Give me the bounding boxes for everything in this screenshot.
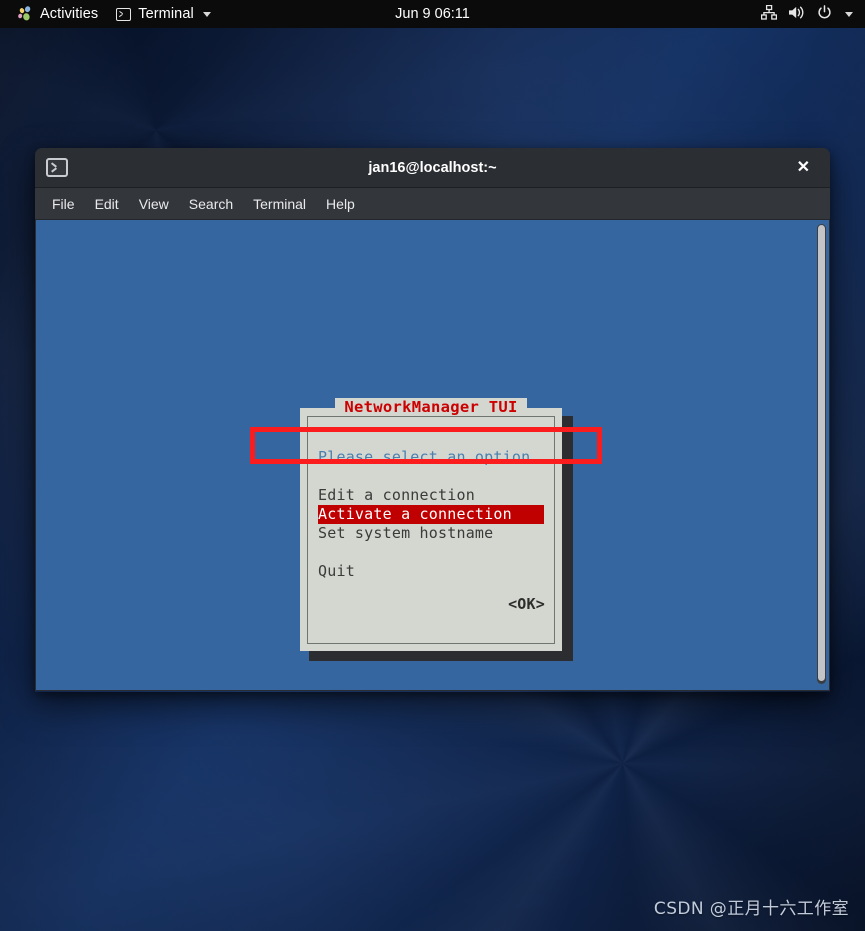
- volume-icon: [788, 5, 806, 23]
- gnome-top-bar: Activities Terminal Jun 9 06:11: [0, 0, 865, 28]
- power-icon: [817, 5, 832, 23]
- menu-item-file[interactable]: File: [43, 192, 84, 216]
- terminal-icon: [116, 7, 132, 21]
- menu-item-terminal[interactable]: Terminal: [244, 192, 315, 216]
- ok-button[interactable]: <OK>: [508, 595, 545, 613]
- option-set-system-hostname[interactable]: Set system hostname: [318, 524, 544, 543]
- watermark: CSDN @正月十六工作室: [653, 899, 849, 919]
- menu-item-edit[interactable]: Edit: [86, 192, 128, 216]
- system-status-area[interactable]: [760, 0, 859, 28]
- app-menu-button[interactable]: Terminal: [107, 0, 220, 28]
- option-list-spacer: [318, 543, 544, 562]
- menu-item-search[interactable]: Search: [180, 192, 242, 216]
- chevron-down-icon[interactable]: [845, 11, 853, 17]
- terminal-menubar: File Edit View Search Terminal Help: [35, 188, 830, 220]
- network-wired-icon: [760, 4, 778, 23]
- menu-item-help[interactable]: Help: [317, 192, 364, 216]
- option-edit-a-connection[interactable]: Edit a connection: [318, 486, 544, 505]
- scrollbar-thumb[interactable]: [818, 225, 825, 681]
- app-menu-label: Terminal: [138, 6, 194, 22]
- dialog-title: NetworkManager TUI: [335, 398, 527, 416]
- chevron-down-icon: [202, 11, 211, 17]
- networkmanager-tui-dialog: NetworkManager TUI Please select an opti…: [300, 398, 562, 651]
- activities-button[interactable]: Activities: [8, 0, 107, 28]
- menu-item-view[interactable]: View: [130, 192, 178, 216]
- terminal-window: jan16@localhost:~ ✕ File Edit View Searc…: [35, 148, 830, 692]
- terminal-title: jan16@localhost:~: [368, 159, 497, 176]
- option-quit[interactable]: Quit: [318, 562, 544, 581]
- option-activate-a-connection[interactable]: Activate a connection: [318, 505, 544, 524]
- terminal-content-area[interactable]: NetworkManager TUI Please select an opti…: [35, 220, 830, 691]
- gnome-logo-icon: [17, 6, 33, 22]
- close-icon[interactable]: ✕: [791, 156, 816, 180]
- activities-label: Activities: [40, 6, 99, 22]
- terminal-icon: [46, 158, 68, 177]
- dialog-option-list[interactable]: Edit a connection Activate a connection …: [318, 486, 544, 581]
- dialog-prompt: Please select an option: [318, 448, 531, 466]
- terminal-scrollbar[interactable]: [817, 224, 826, 684]
- dialog-title-wrap: NetworkManager TUI: [300, 398, 562, 426]
- terminal-titlebar[interactable]: jan16@localhost:~ ✕: [35, 148, 830, 188]
